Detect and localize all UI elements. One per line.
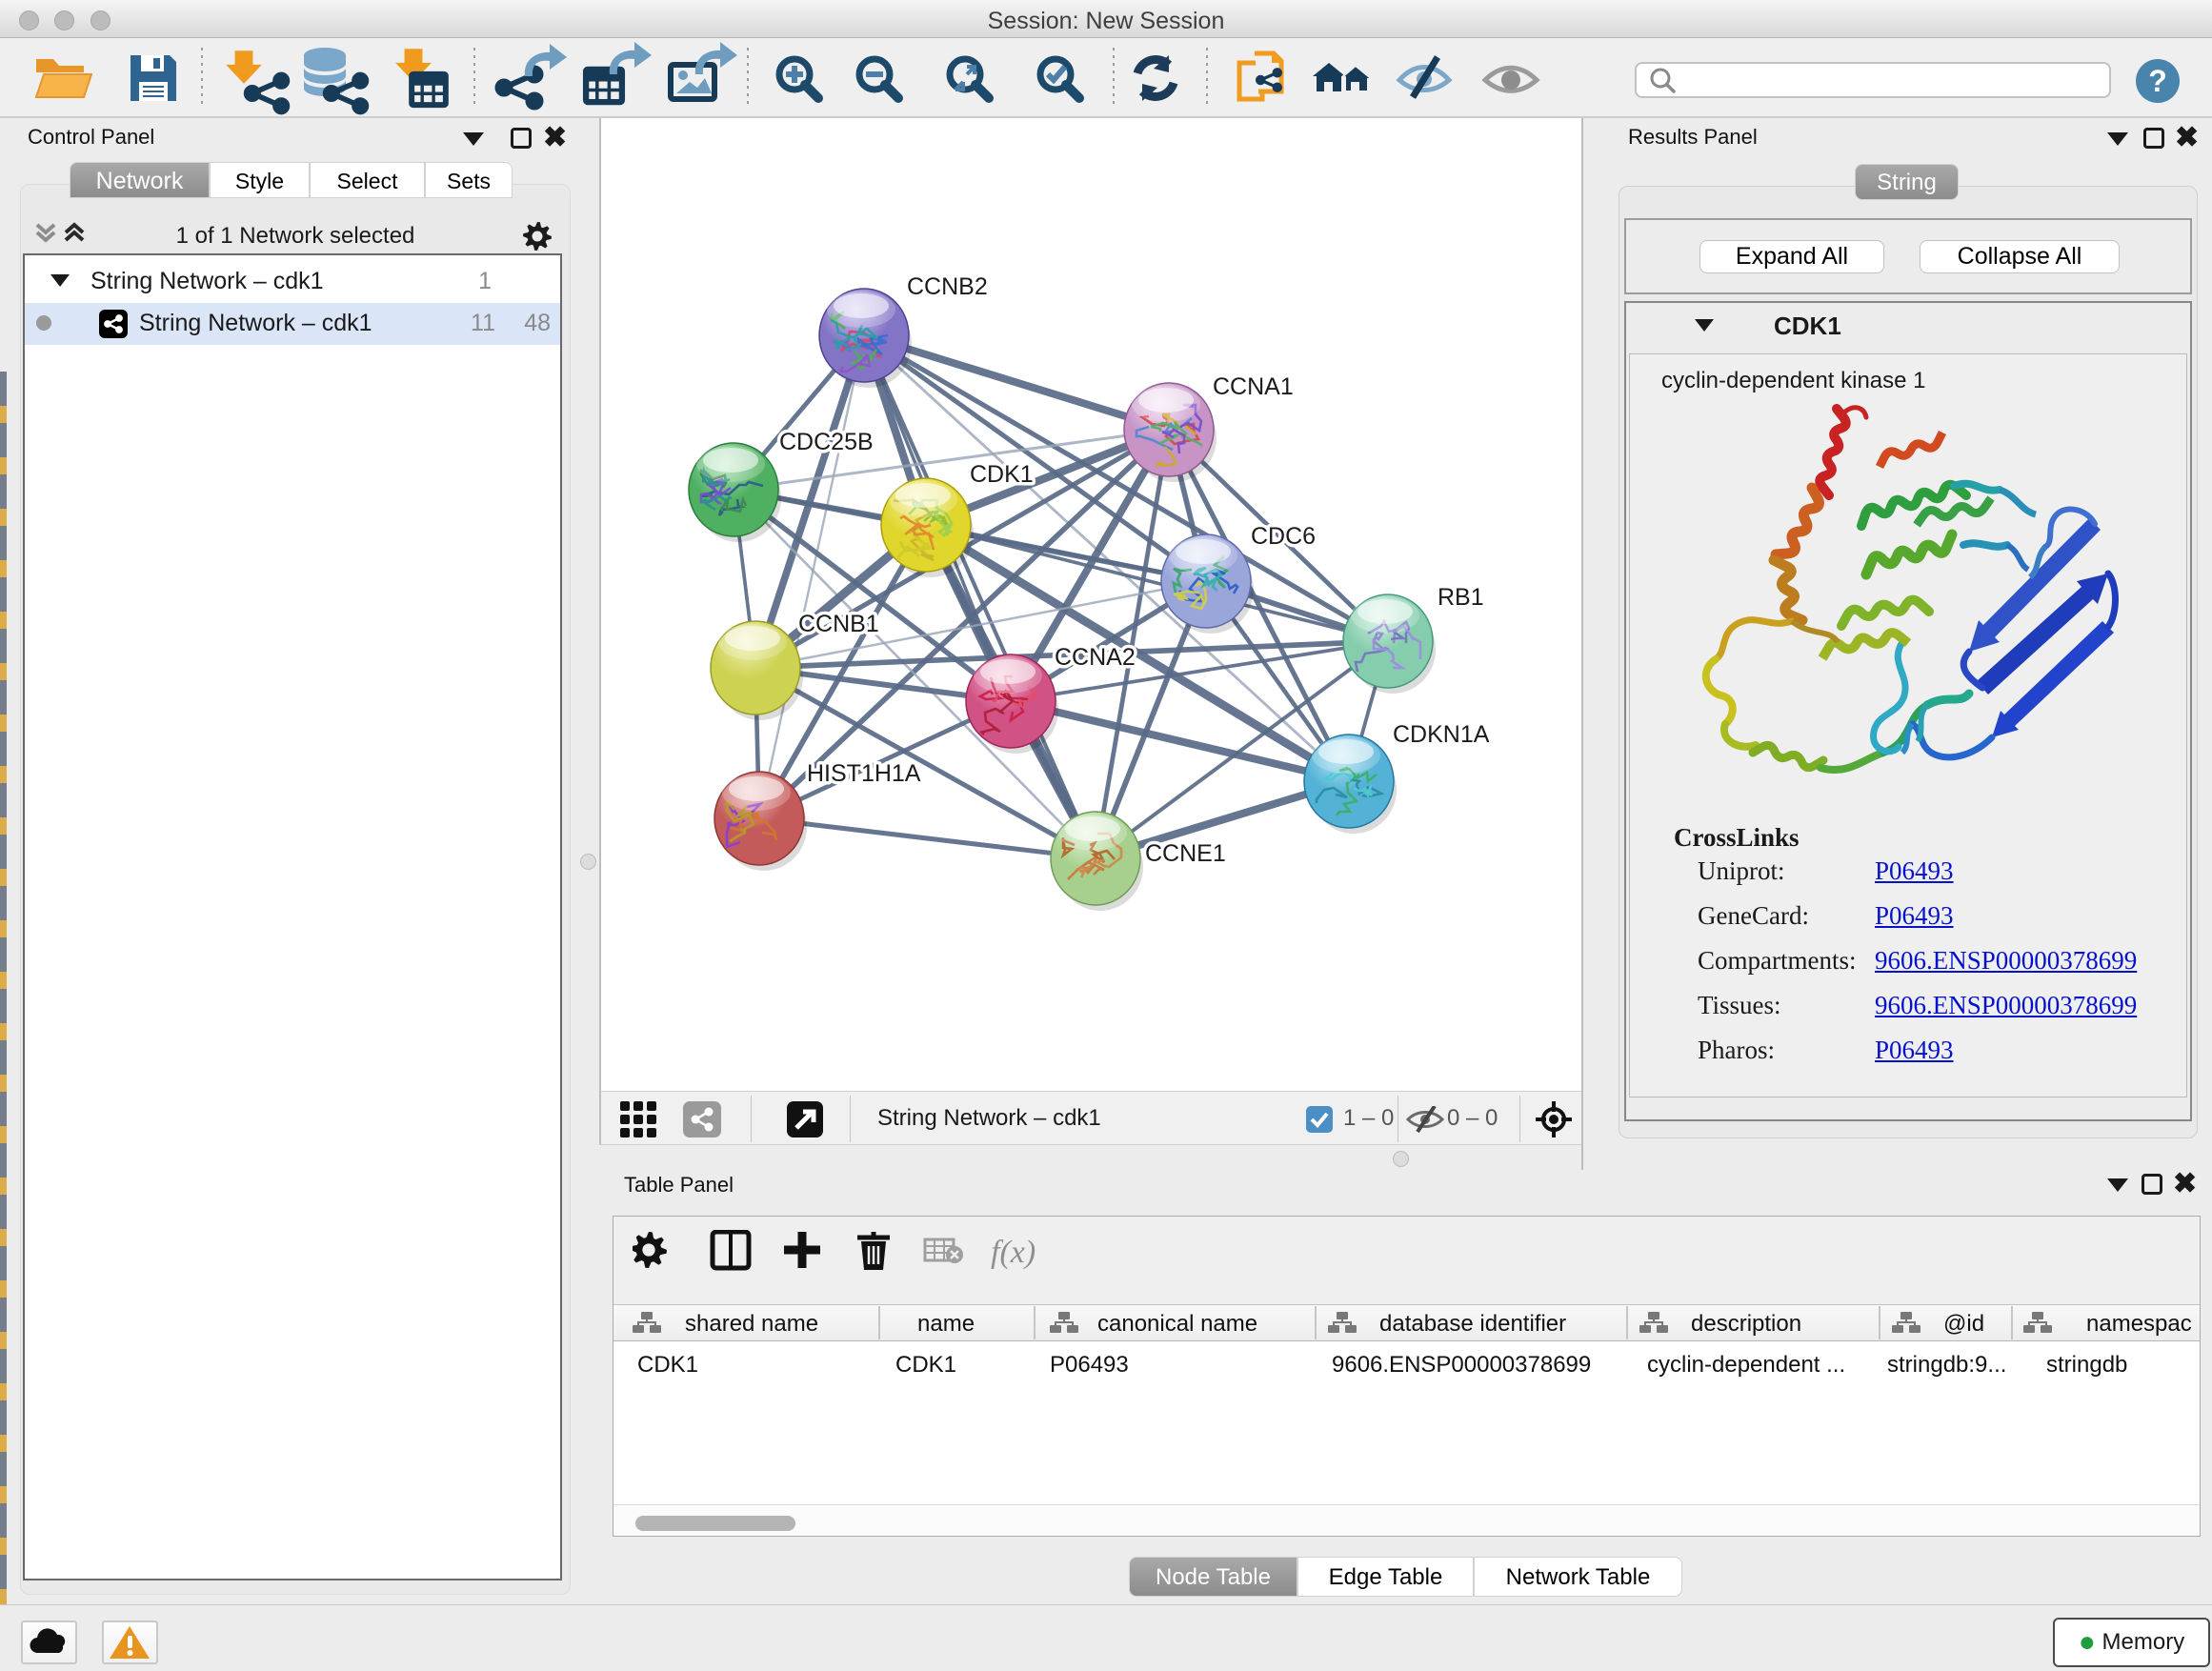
svg-text:@id: @id — [1943, 1311, 1984, 1337]
svg-text:cyclin-dependent ...: cyclin-dependent ... — [1647, 1352, 1845, 1378]
svg-text:CCNA2: CCNA2 — [1055, 644, 1136, 671]
svg-text:stringdb:9...: stringdb:9... — [1887, 1352, 2006, 1378]
svg-text:CCNA1: CCNA1 — [1213, 373, 1294, 400]
svg-text:9606.ENSP00000378699: 9606.ENSP00000378699 — [1332, 1352, 1591, 1378]
svg-text:stringdb: stringdb — [2046, 1352, 2127, 1378]
svg-text:CDK1: CDK1 — [970, 461, 1034, 488]
svg-text:HIST1H1A: HIST1H1A — [807, 760, 921, 787]
svg-text:CDK1: CDK1 — [637, 1352, 698, 1378]
svg-text:CDC6: CDC6 — [1251, 523, 1316, 550]
svg-text:CDK1: CDK1 — [895, 1352, 956, 1378]
svg-text:description: description — [1691, 1311, 1801, 1337]
svg-text:CCNB1: CCNB1 — [798, 611, 879, 637]
svg-text:CCNE1: CCNE1 — [1145, 840, 1226, 867]
svg-text:RB1: RB1 — [1438, 584, 1484, 611]
svg-text:CDKN1A: CDKN1A — [1393, 721, 1490, 748]
svg-text:CCNB2: CCNB2 — [907, 273, 988, 300]
svg-text:P06493: P06493 — [1050, 1352, 1129, 1378]
svg-text:shared name: shared name — [685, 1311, 818, 1337]
svg-text:CDC25B: CDC25B — [779, 429, 874, 455]
svg-text:name: name — [917, 1311, 975, 1337]
svg-text:database identifier: database identifier — [1379, 1311, 1566, 1337]
svg-text:namespac: namespac — [2086, 1311, 2192, 1337]
svg-text:f(x): f(x) — [991, 1235, 1036, 1270]
svg-text:canonical name: canonical name — [1097, 1311, 1257, 1337]
